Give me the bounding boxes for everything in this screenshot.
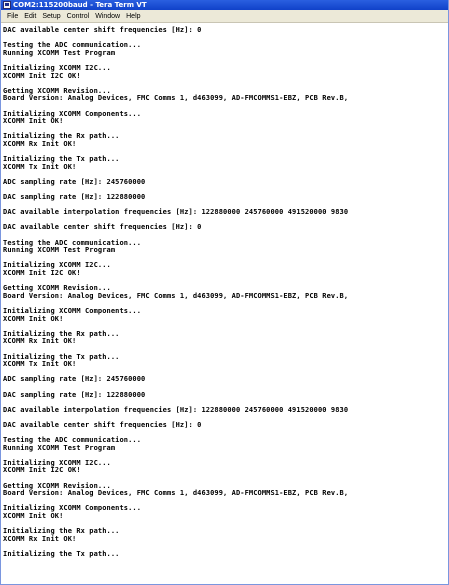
terminal-line: XCOMM Rx Init OK! bbox=[3, 534, 77, 543]
terminal-line: ADC sampling rate [Hz]: 245760000 bbox=[3, 375, 146, 384]
terminal-line: DAC available center shift frequencies [… bbox=[3, 223, 202, 232]
terminal-line: XCOMM Init OK! bbox=[3, 314, 64, 323]
terminal-line: Running XCOMM Test Program bbox=[3, 246, 116, 255]
terminal-output[interactable]: DAC available center shift frequencies [… bbox=[1, 23, 448, 583]
terminal-line: DAC available interpolation frequencies … bbox=[3, 405, 349, 414]
terminal-lines: DAC available center shift frequencies [… bbox=[1, 23, 448, 559]
terminal-line: Running XCOMM Test Program bbox=[3, 443, 116, 452]
terminal-line: XCOMM Tx Init OK! bbox=[3, 360, 77, 369]
terminal-line: XCOMM Init I2C OK! bbox=[3, 269, 81, 277]
title-bar[interactable]: COM2:115200baud - Tera Term VT bbox=[1, 0, 448, 10]
terminal-line: XCOMM Rx Init OK! bbox=[3, 337, 77, 346]
terminal-line: XCOMM Rx Init OK! bbox=[3, 139, 77, 148]
terminal-line: DAC sampling rate [Hz]: 122880000 bbox=[3, 193, 146, 202]
terminal-line: Board Version: Analog Devices, FMC Comms… bbox=[3, 291, 349, 300]
terminal-line: DAC available interpolation frequencies … bbox=[3, 208, 349, 217]
terminal-line: Initializing XCOMM Components... bbox=[3, 306, 142, 315]
terminal-line: DAC available center shift frequencies [… bbox=[3, 26, 202, 34]
tera-term-window: COM2:115200baud - Tera Term VT File Edit… bbox=[0, 0, 449, 585]
terminal-line: ADC sampling rate [Hz]: 245760000 bbox=[3, 177, 146, 186]
terminal-line: Initializing the Tx path... bbox=[3, 549, 120, 558]
terminal-line: XCOMM Init I2C OK! bbox=[3, 466, 81, 475]
tera-term-icon bbox=[3, 1, 11, 9]
terminal-line: DAC sampling rate [Hz]: 122880000 bbox=[3, 390, 146, 399]
menu-setup[interactable]: Setup bbox=[39, 10, 63, 22]
menu-file[interactable]: File bbox=[4, 10, 21, 22]
terminal-line: Running XCOMM Test Program bbox=[3, 48, 116, 57]
menu-control[interactable]: Control bbox=[64, 10, 93, 22]
terminal-line: Board Version: Analog Devices, FMC Comms… bbox=[3, 489, 349, 498]
terminal-line: XCOMM Init OK! bbox=[3, 117, 64, 126]
terminal-line: DAC available center shift frequencies [… bbox=[3, 420, 202, 429]
terminal-line: Initializing XCOMM Components... bbox=[3, 109, 142, 118]
terminal-line: Board Version: Analog Devices, FMC Comms… bbox=[3, 94, 349, 103]
menu-window[interactable]: Window bbox=[92, 10, 123, 22]
menu-bar: File Edit Setup Control Window Help bbox=[1, 10, 448, 23]
menu-edit[interactable]: Edit bbox=[21, 10, 39, 22]
terminal-line: Initializing XCOMM Components... bbox=[3, 504, 142, 513]
terminal-line: XCOMM Init I2C OK! bbox=[3, 71, 81, 80]
terminal-line: XCOMM Init OK! bbox=[3, 512, 64, 520]
window-title: COM2:115200baud - Tera Term VT bbox=[13, 1, 147, 9]
terminal-line: XCOMM Tx Init OK! bbox=[3, 162, 77, 171]
menu-help[interactable]: Help bbox=[123, 10, 143, 22]
